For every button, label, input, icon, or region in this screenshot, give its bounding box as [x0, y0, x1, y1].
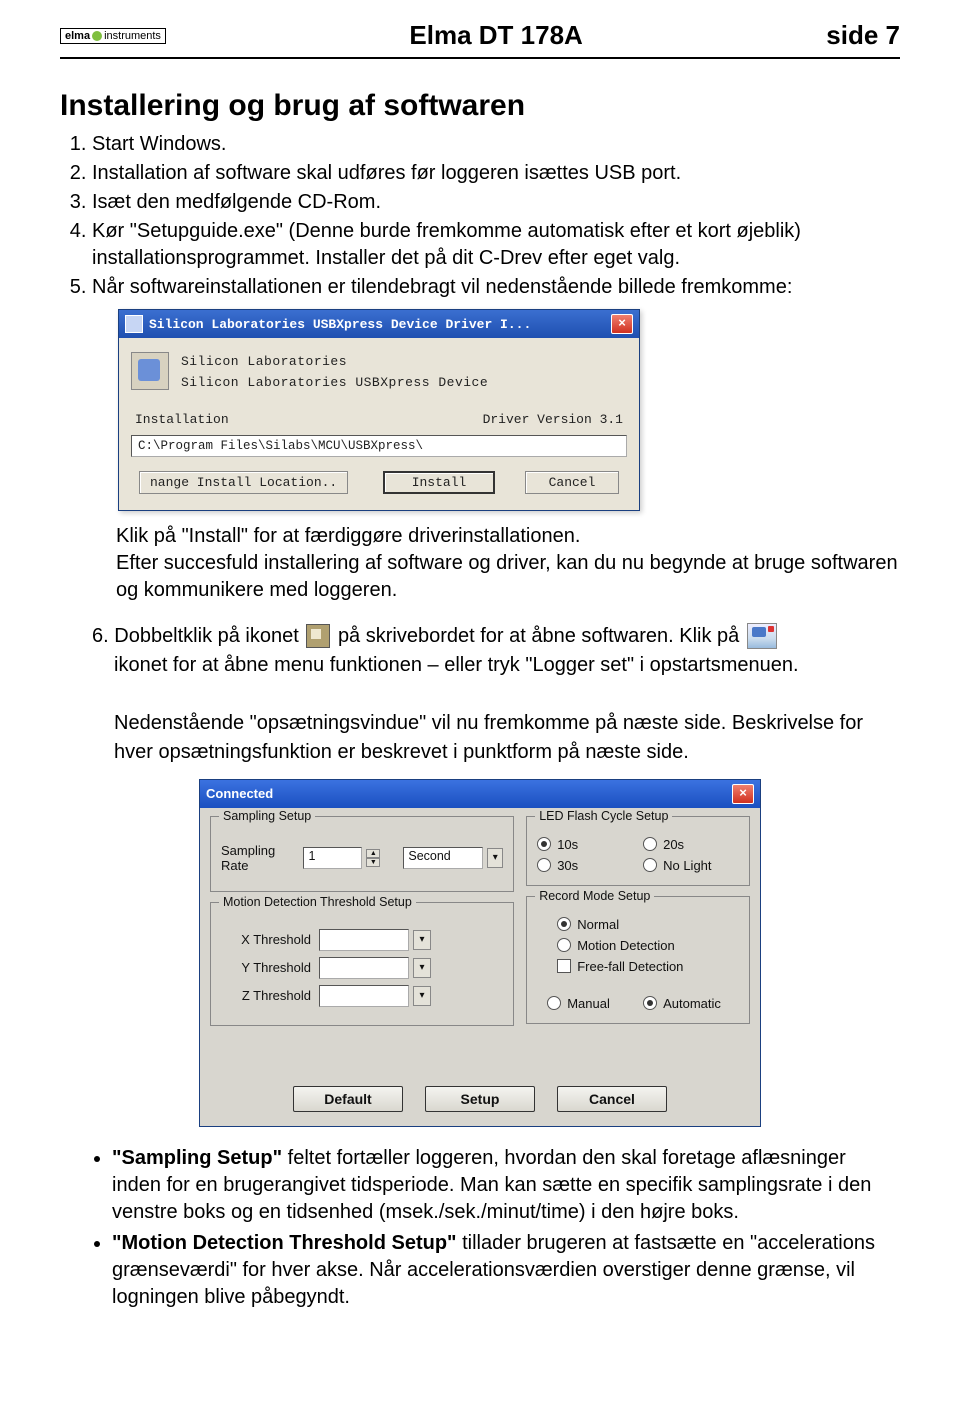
step-6-a: Dobbeltklik på ikonet — [114, 625, 299, 647]
step-5: Når softwareinstallationen er tilendebra… — [92, 274, 900, 301]
x-threshold-chevron-down-icon[interactable]: ▾ — [413, 930, 431, 950]
sampling-rate-input[interactable]: 1 — [303, 847, 362, 869]
installer-titlebar-icon — [125, 315, 143, 333]
steps-list: Start Windows. Installation af software … — [92, 131, 900, 301]
setup-cancel-button[interactable]: Cancel — [557, 1086, 667, 1112]
led-opt-1: 20s — [663, 837, 684, 852]
x-threshold-input[interactable] — [319, 929, 409, 951]
led-legend: LED Flash Cycle Setup — [535, 809, 672, 823]
setup-button[interactable]: Setup — [425, 1086, 535, 1112]
logo: elma instruments — [60, 28, 166, 44]
bullet-1-bold: Sampling Setup — [121, 1147, 272, 1169]
setup-dialog: Connected × Sampling Setup Sampling Rate… — [199, 779, 761, 1127]
logo-text-right: instruments — [104, 30, 161, 42]
app-shortcut-icon — [306, 624, 330, 648]
step-4: Kør "Setupguide.exe" (Denne burde fremko… — [92, 218, 900, 272]
change-location-button[interactable]: nange Install Location.. — [139, 471, 348, 494]
led-opt-2: 30s — [557, 858, 578, 873]
record-radio-motion[interactable]: Motion Detection — [557, 938, 739, 953]
led-radio-nolight[interactable]: No Light — [643, 858, 739, 873]
sampling-rate-label: Sampling Rate — [221, 843, 295, 873]
install-button[interactable]: Install — [383, 471, 495, 494]
motion-legend: Motion Detection Threshold Setup — [219, 895, 416, 909]
sampling-setup-group: Sampling Setup Sampling Rate 1 ▲▼ Second… — [210, 816, 514, 892]
installer-app-icon — [131, 352, 169, 390]
led-opt-3: No Light — [663, 858, 711, 873]
step-1: Start Windows. — [92, 131, 900, 158]
bullets-list: "Sampling Setup" feltet fortæller logger… — [92, 1145, 900, 1311]
z-threshold-chevron-down-icon[interactable]: ▾ — [413, 986, 431, 1006]
page-number: side 7 — [826, 20, 900, 51]
led-opt-0: 10s — [557, 837, 578, 852]
y-threshold-input[interactable] — [319, 957, 409, 979]
installer-vendor: Silicon Laboratories — [181, 352, 627, 373]
mode-opt-automatic: Automatic — [663, 996, 721, 1011]
installer-title: Silicon Laboratories USBXpress Device Dr… — [149, 317, 531, 332]
mode-radio-automatic[interactable]: Automatic — [643, 996, 729, 1011]
record-opt-0: Normal — [577, 917, 619, 932]
installer-titlebar: Silicon Laboratories USBXpress Device Dr… — [119, 310, 639, 338]
step-2: Installation af software skal udføres fø… — [92, 160, 900, 187]
installer-dialog: Silicon Laboratories USBXpress Device Dr… — [118, 309, 640, 511]
step-6-c: ikonet for at åbne menu funktionen – ell… — [114, 651, 900, 680]
bullet-2-bold: Motion Detection Threshold Setup — [121, 1232, 447, 1254]
y-threshold-chevron-down-icon[interactable]: ▾ — [413, 958, 431, 978]
freefall-label: Free-fall Detection — [577, 959, 683, 974]
step-6-b: på skrivebordet for at åbne softwaren. K… — [338, 625, 739, 647]
sampling-rate-spinner[interactable]: ▲▼ — [366, 849, 380, 867]
z-threshold-input[interactable] — [319, 985, 409, 1007]
step-6-number: 6. — [92, 625, 109, 647]
bullet-2: "Motion Detection Threshold Setup" tilla… — [112, 1230, 900, 1311]
installer-cancel-button[interactable]: Cancel — [525, 471, 619, 494]
y-threshold-label: Y Threshold — [221, 960, 311, 975]
driver-version: Driver Version 3.1 — [483, 412, 623, 427]
chevron-down-icon[interactable]: ▾ — [487, 848, 503, 868]
record-radio-normal[interactable]: Normal — [557, 917, 739, 932]
section-heading: Installering og brug af softwaren — [60, 89, 900, 123]
close-icon[interactable]: × — [611, 314, 633, 334]
record-legend: Record Mode Setup — [535, 889, 654, 903]
after-install-p2: Efter succesfuld installering af softwar… — [116, 550, 900, 604]
freefall-checkbox[interactable]: Free-fall Detection — [557, 959, 739, 974]
led-radio-20s[interactable]: 20s — [643, 837, 739, 852]
sampling-unit-select[interactable]: Second — [403, 847, 483, 869]
logo-text-left: elma — [65, 30, 90, 42]
setup-close-icon[interactable]: × — [732, 784, 754, 804]
mode-radio-manual[interactable]: Manual — [547, 996, 633, 1011]
motion-threshold-group: Motion Detection Threshold Setup X Thres… — [210, 902, 514, 1026]
logger-set-icon — [747, 623, 777, 649]
bullet-1: "Sampling Setup" feltet fortæller logger… — [112, 1145, 900, 1226]
led-radio-30s[interactable]: 30s — [537, 858, 633, 873]
after-install-p1: Klik på "Install" for at færdiggøre driv… — [116, 523, 900, 550]
record-mode-group: Record Mode Setup Normal Motion Detectio… — [526, 896, 750, 1024]
installer-device: Silicon Laboratories USBXpress Device — [181, 373, 627, 394]
led-radio-10s[interactable]: 10s — [537, 837, 633, 852]
header-divider — [60, 57, 900, 59]
led-flash-group: LED Flash Cycle Setup 10s 20s 30s No Lig… — [526, 816, 750, 886]
z-threshold-label: Z Threshold — [221, 988, 311, 1003]
setup-title: Connected — [206, 786, 273, 801]
default-button[interactable]: Default — [293, 1086, 403, 1112]
sampling-legend: Sampling Setup — [219, 809, 315, 823]
page-title: Elma DT 178A — [409, 20, 582, 51]
record-opt-1: Motion Detection — [577, 938, 675, 953]
installation-label: Installation — [135, 412, 229, 427]
step-6-p2: Nedenstående "opsætningsvindue" vil nu f… — [114, 709, 900, 767]
logo-dot-icon — [92, 31, 102, 41]
install-path-input[interactable]: C:\Program Files\Silabs\MCU\USBXpress\ — [131, 435, 627, 457]
x-threshold-label: X Threshold — [221, 932, 311, 947]
step-3: Isæt den medfølgende CD-Rom. — [92, 189, 900, 216]
mode-opt-manual: Manual — [567, 996, 610, 1011]
